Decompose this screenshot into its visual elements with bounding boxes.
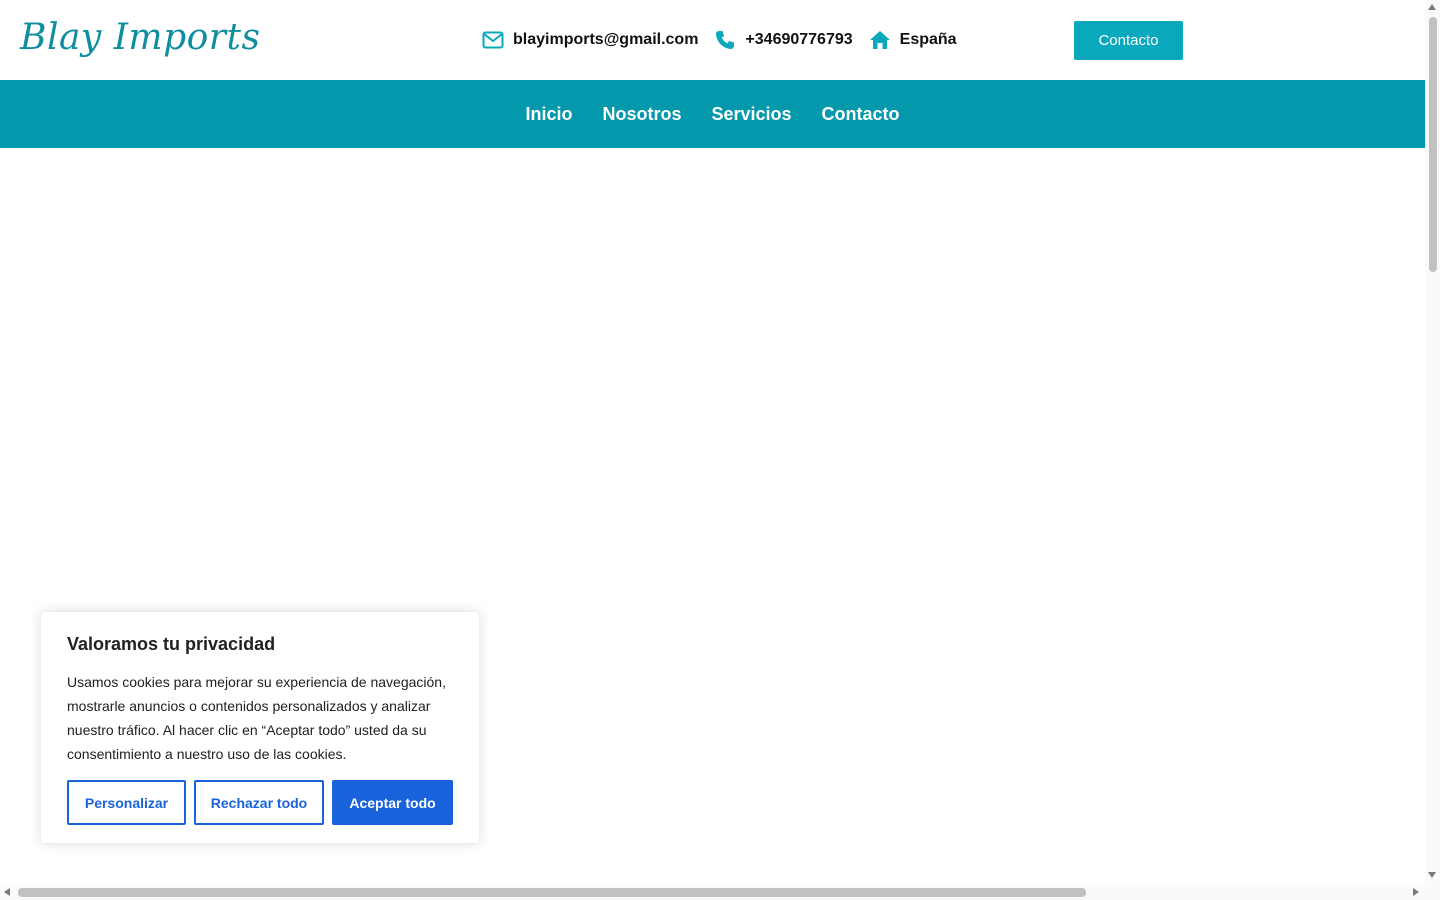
- country-item: España: [869, 29, 957, 51]
- phone-item[interactable]: +34690776793: [714, 29, 853, 51]
- contact-button[interactable]: Contacto: [1074, 21, 1183, 60]
- cookie-description: Usamos cookies para mejorar su experienc…: [67, 674, 446, 762]
- vertical-scroll-thumb[interactable]: [1429, 17, 1437, 272]
- main-nav: Inicio Nosotros Servicios Contacto: [0, 80, 1425, 148]
- email-text: blayimports@gmail.com: [513, 31, 699, 48]
- scroll-left-arrow-icon[interactable]: [4, 888, 10, 896]
- reject-all-button[interactable]: Rechazar todo: [194, 780, 324, 825]
- phone-icon: [714, 29, 736, 51]
- nav-item-contacto[interactable]: Contacto: [807, 104, 915, 125]
- email-item[interactable]: blayimports@gmail.com: [482, 29, 698, 51]
- cookie-consent-dialog: Valoramos tu privacidad Usamos cookies p…: [40, 611, 480, 844]
- scrollbar-corner: [1425, 885, 1440, 900]
- country-text: España: [899, 31, 957, 48]
- scroll-up-arrow-icon[interactable]: [1428, 4, 1436, 10]
- scroll-down-arrow-icon[interactable]: [1428, 872, 1436, 878]
- scroll-right-arrow-icon[interactable]: [1413, 888, 1419, 896]
- horizontal-scrollbar[interactable]: [0, 885, 1425, 900]
- phone-text: +34690776793: [745, 31, 853, 48]
- horizontal-scroll-thumb[interactable]: [18, 888, 1086, 897]
- top-header: Blay Imports blayimports@gmail.com +3469…: [0, 0, 1425, 80]
- contact-info-bar: blayimports@gmail.com +34690776793 Españ…: [482, 28, 973, 52]
- nav-item-inicio[interactable]: Inicio: [510, 104, 587, 125]
- cookie-title: Valoramos tu privacidad: [67, 634, 276, 654]
- site-logo[interactable]: Blay Imports: [20, 14, 260, 62]
- envelope-icon: [482, 29, 504, 51]
- nav-item-servicios[interactable]: Servicios: [696, 104, 806, 125]
- vertical-scrollbar[interactable]: [1425, 0, 1440, 885]
- customize-button[interactable]: Personalizar: [67, 780, 186, 825]
- accept-all-button[interactable]: Aceptar todo: [332, 780, 453, 825]
- nav-item-nosotros[interactable]: Nosotros: [587, 104, 696, 125]
- home-icon: [869, 29, 891, 51]
